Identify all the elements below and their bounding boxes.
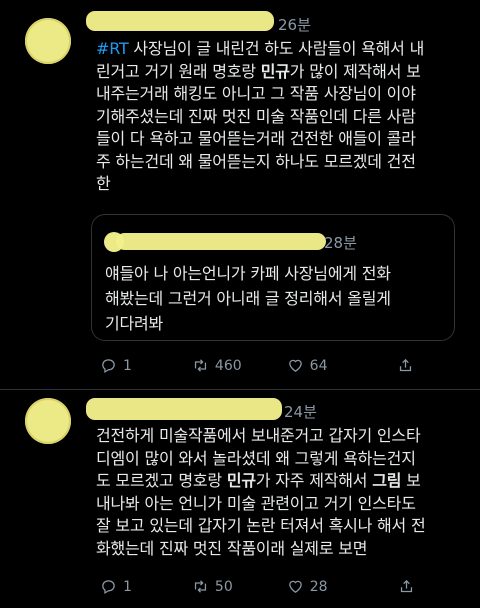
tweet-text-bold: 민규 [226,471,256,490]
tweet-time: 24분 [284,403,317,421]
divider [0,389,480,390]
redacted-username [86,398,282,420]
reply-count: 1 [123,578,132,595]
like-count: 28 [309,578,328,595]
tweet-text: 건전하게 미술작품에서 보내준거고 갑자기 인스타 디엠이 많이 와서 놀라셨데… [96,425,468,560]
share-button[interactable] [398,578,415,595]
retweet-button[interactable]: 460 [192,357,242,374]
reply-icon [102,359,115,374]
tweet-text-bold: 민규 [260,61,290,81]
quoted-tweet[interactable]: 28분 얘들아 나 아는언니가 카페 사장님에게 전화 해봤는데 그런거 아니래… [91,214,455,341]
tweet-text-segment: 가 많이 제작해서 보 내주는거래 해킹도 아니고 그 작품 사장님이 이야 기… [96,61,421,194]
retweet-count: 50 [214,578,233,595]
quoted-time: 28분 [324,234,357,252]
share-button[interactable] [397,357,414,374]
reply-button[interactable]: 1 [100,578,132,595]
like-button[interactable]: 28 [287,578,328,595]
share-icon [400,358,412,372]
avatar[interactable] [25,398,71,444]
retweet-count: 460 [214,357,242,374]
retweet-icon [194,580,207,593]
retweet-icon [194,359,207,372]
reply-button[interactable]: 1 [100,357,132,374]
tweet-text-bold: 그림 [372,471,402,490]
tweet-actions: 1 460 64 [100,357,414,374]
retweet-button[interactable]: 50 [192,578,233,595]
like-count: 64 [309,357,328,374]
tweet-text-segment: 가 자주 제작해서 [255,471,373,490]
quoted-text: 얘들아 나 아는언니가 카페 사장님에게 전화 해봤는데 그런거 아니래 글 정… [105,264,391,333]
reply-icon [102,580,115,595]
hashtag-link[interactable]: #RT [96,39,129,58]
tweet-actions: 1 50 28 [100,578,415,595]
tweet-time: 26분 [278,16,311,34]
avatar[interactable] [25,18,71,64]
redacted-username [116,233,326,250]
reply-count: 1 [123,357,132,374]
share-icon [400,579,412,593]
redacted-username [86,11,274,31]
like-button[interactable]: 64 [287,357,328,374]
heart-icon [288,359,302,372]
tweet-text: #RT 사장님이 글 내린건 하도 사람들이 욕해서 내 린거고 거기 원래 명… [96,38,468,196]
heart-icon [288,580,302,593]
